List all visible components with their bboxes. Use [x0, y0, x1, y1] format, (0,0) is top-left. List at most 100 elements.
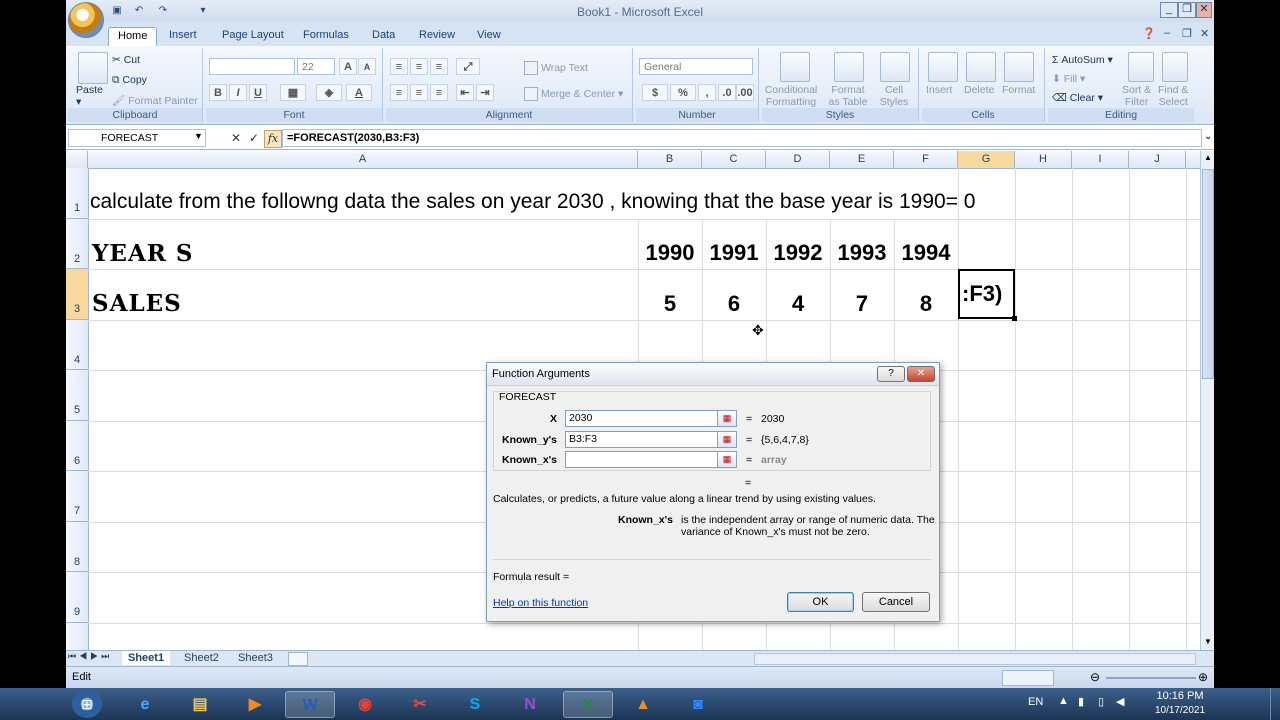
- tab-formulas[interactable]: Formulas: [294, 27, 358, 46]
- align-middle-icon[interactable]: ≡: [410, 58, 428, 75]
- clock-date[interactable]: 10/17/2021: [1145, 705, 1215, 716]
- fill-color-button[interactable]: ◈: [316, 84, 342, 101]
- select-all-corner[interactable]: [66, 151, 88, 168]
- increase-decimal-icon[interactable]: .0: [718, 84, 736, 101]
- orientation-icon[interactable]: ⤢: [456, 58, 480, 75]
- arg-input-known-y[interactable]: B3:F3: [565, 431, 719, 448]
- help-icon[interactable]: ❓: [1142, 27, 1156, 40]
- paste-dropdown-icon[interactable]: ▾: [76, 96, 81, 108]
- align-center-icon[interactable]: ≡: [410, 84, 428, 101]
- cell-g3-active[interactable]: :F3): [958, 269, 1015, 319]
- row-header-2[interactable]: 2: [66, 219, 88, 269]
- language-indicator[interactable]: EN: [1028, 696, 1043, 708]
- cell-b3[interactable]: 5: [638, 291, 702, 317]
- snipping-tool-icon[interactable]: ✂: [395, 691, 445, 718]
- scroll-up-icon[interactable]: ▲: [1201, 151, 1214, 165]
- excel-icon[interactable]: X: [563, 691, 613, 718]
- cell-a1[interactable]: calculate from the followng data the sal…: [90, 190, 975, 214]
- file-explorer-icon[interactable]: ▤: [175, 691, 225, 718]
- volume-icon[interactable]: ◀: [1116, 695, 1124, 708]
- row-header-3[interactable]: 3: [66, 269, 88, 320]
- cell-styles-icon[interactable]: [880, 52, 910, 82]
- horizontal-scrollbar[interactable]: [754, 653, 1196, 665]
- office-button[interactable]: [68, 2, 104, 38]
- insert-cells-icon[interactable]: [928, 52, 958, 82]
- zoom-in-icon[interactable]: ⊕: [1198, 670, 1208, 684]
- fill-handle[interactable]: [1012, 316, 1017, 321]
- format-cells-icon[interactable]: [1004, 52, 1034, 82]
- fill-button[interactable]: ⬇ Fill ▾: [1052, 73, 1085, 85]
- align-top-icon[interactable]: ≡: [390, 58, 408, 75]
- maximize-button[interactable]: ❐: [1178, 2, 1196, 18]
- tab-view[interactable]: View: [468, 27, 510, 46]
- scroll-thumb[interactable]: [1202, 169, 1214, 379]
- increase-indent-icon[interactable]: ⇥: [476, 84, 494, 101]
- ok-button[interactable]: OK: [787, 592, 854, 612]
- bold-button[interactable]: B: [209, 84, 227, 101]
- column-header-h[interactable]: H: [1015, 151, 1072, 168]
- zoom-icon[interactable]: ◙: [673, 691, 723, 718]
- network-icon[interactable]: ▮: [1078, 695, 1084, 708]
- italic-button[interactable]: I: [229, 84, 247, 101]
- scroll-down-icon[interactable]: ▼: [1201, 635, 1214, 649]
- align-bottom-icon[interactable]: ≡: [430, 58, 448, 75]
- row-header-8[interactable]: 8: [66, 522, 88, 572]
- column-header-b[interactable]: B: [638, 151, 702, 168]
- name-box-dropdown-icon[interactable]: ▼: [194, 131, 203, 141]
- grow-font-button[interactable]: A: [339, 58, 357, 75]
- internet-explorer-icon[interactable]: e: [120, 691, 170, 718]
- find-select-button[interactable]: Find & Select: [1158, 84, 1188, 108]
- cell-c2[interactable]: 1991: [702, 240, 766, 266]
- font-color-button[interactable]: A: [346, 84, 372, 101]
- start-button[interactable]: ⊞: [72, 690, 102, 718]
- cell-f2[interactable]: 1994: [894, 240, 958, 266]
- media-player-icon[interactable]: ▶: [230, 691, 280, 718]
- tab-review[interactable]: Review: [410, 27, 464, 46]
- column-header-i[interactable]: I: [1072, 151, 1129, 168]
- zoom-slider[interactable]: [1106, 677, 1196, 679]
- column-header-d[interactable]: D: [766, 151, 830, 168]
- tab-home[interactable]: Home: [108, 27, 158, 47]
- vlc-icon[interactable]: ▲: [618, 691, 668, 718]
- cell-d3[interactable]: 4: [766, 291, 830, 317]
- zoom-out-icon[interactable]: ⊖: [1090, 670, 1100, 684]
- workbook-minimize-icon[interactable]: –: [1164, 27, 1170, 39]
- cancel-formula-button[interactable]: ✕: [228, 130, 244, 146]
- tab-insert[interactable]: Insert: [160, 27, 206, 46]
- dialog-close-button[interactable]: ✕: [907, 366, 935, 382]
- format-cells-button[interactable]: Format: [1002, 84, 1035, 96]
- row-header-4[interactable]: 4: [66, 320, 88, 370]
- decrease-decimal-icon[interactable]: .00: [736, 84, 754, 101]
- conditional-formatting-button[interactable]: Conditional Formatting: [764, 84, 818, 108]
- clock-time[interactable]: 10:16 PM: [1150, 690, 1210, 702]
- cell-b2[interactable]: 1990: [638, 240, 702, 266]
- sheet-tab-2[interactable]: Sheet2: [178, 651, 225, 665]
- name-box[interactable]: FORECAST: [68, 129, 206, 147]
- tray-expand-icon[interactable]: ▲: [1058, 695, 1069, 707]
- cell-a3[interactable]: SALES: [92, 290, 182, 317]
- column-header-a[interactable]: A: [88, 151, 638, 168]
- workbook-restore-icon[interactable]: ❐: [1182, 27, 1192, 40]
- dialog-title-bar[interactable]: Function Arguments ? ✕: [487, 363, 939, 386]
- format-as-table-icon[interactable]: [834, 52, 864, 82]
- tab-page-layout[interactable]: Page Layout: [213, 27, 293, 46]
- insert-sheet-icon[interactable]: [288, 652, 308, 666]
- enter-formula-button[interactable]: ✓: [246, 130, 262, 146]
- chrome-icon[interactable]: ◉: [340, 691, 390, 718]
- sheet-tab-1[interactable]: Sheet1: [122, 651, 171, 665]
- help-link[interactable]: Help on this function: [493, 597, 588, 609]
- sort-filter-icon[interactable]: [1128, 52, 1154, 82]
- find-select-icon[interactable]: [1162, 52, 1188, 82]
- autosum-button[interactable]: Σ AutoSum ▾: [1052, 54, 1113, 66]
- close-button[interactable]: ✕: [1196, 2, 1212, 18]
- minimize-button[interactable]: _: [1160, 2, 1178, 18]
- column-header-c[interactable]: C: [702, 151, 766, 168]
- delete-cells-button[interactable]: Delete: [964, 84, 994, 96]
- cell-e3[interactable]: 7: [830, 291, 894, 317]
- column-header-f[interactable]: F: [894, 151, 958, 168]
- column-header-e[interactable]: E: [830, 151, 894, 168]
- currency-button[interactable]: $: [642, 84, 668, 101]
- battery-icon[interactable]: ▯: [1098, 695, 1104, 708]
- collapse-dialog-icon[interactable]: ▦: [717, 451, 737, 468]
- column-header-g[interactable]: G: [958, 151, 1015, 168]
